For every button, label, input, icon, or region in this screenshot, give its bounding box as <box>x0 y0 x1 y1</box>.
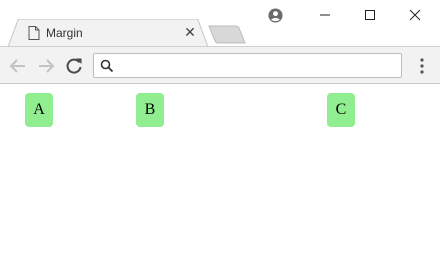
arrow-right-icon[interactable] <box>36 56 56 76</box>
more-vertical-icon[interactable] <box>414 57 430 75</box>
arrow-left-icon[interactable] <box>8 56 28 76</box>
new-tab-button[interactable] <box>208 25 246 44</box>
box-c: C <box>327 93 355 127</box>
maximize-icon[interactable] <box>358 4 382 26</box>
browser-tab[interactable]: Margin ✕ <box>8 19 208 47</box>
minimize-icon[interactable] <box>313 4 337 26</box>
close-window-icon[interactable] <box>403 4 427 26</box>
browser-toolbar <box>0 46 440 84</box>
close-tab-icon[interactable]: ✕ <box>183 25 197 39</box>
browser-window: Margin ✕ A B C <box>0 0 440 266</box>
tab-title: Margin <box>46 26 83 40</box>
page-icon <box>28 26 40 40</box>
address-input[interactable] <box>118 56 393 75</box>
search-icon <box>100 59 114 73</box>
title-bar: Margin ✕ <box>0 0 440 47</box>
reload-icon[interactable] <box>64 56 84 76</box>
page-content: A B C <box>0 84 440 266</box>
account-icon[interactable] <box>268 8 283 23</box>
box-a: A <box>25 93 53 127</box>
address-bar[interactable] <box>93 53 402 78</box>
box-b: B <box>136 93 164 127</box>
